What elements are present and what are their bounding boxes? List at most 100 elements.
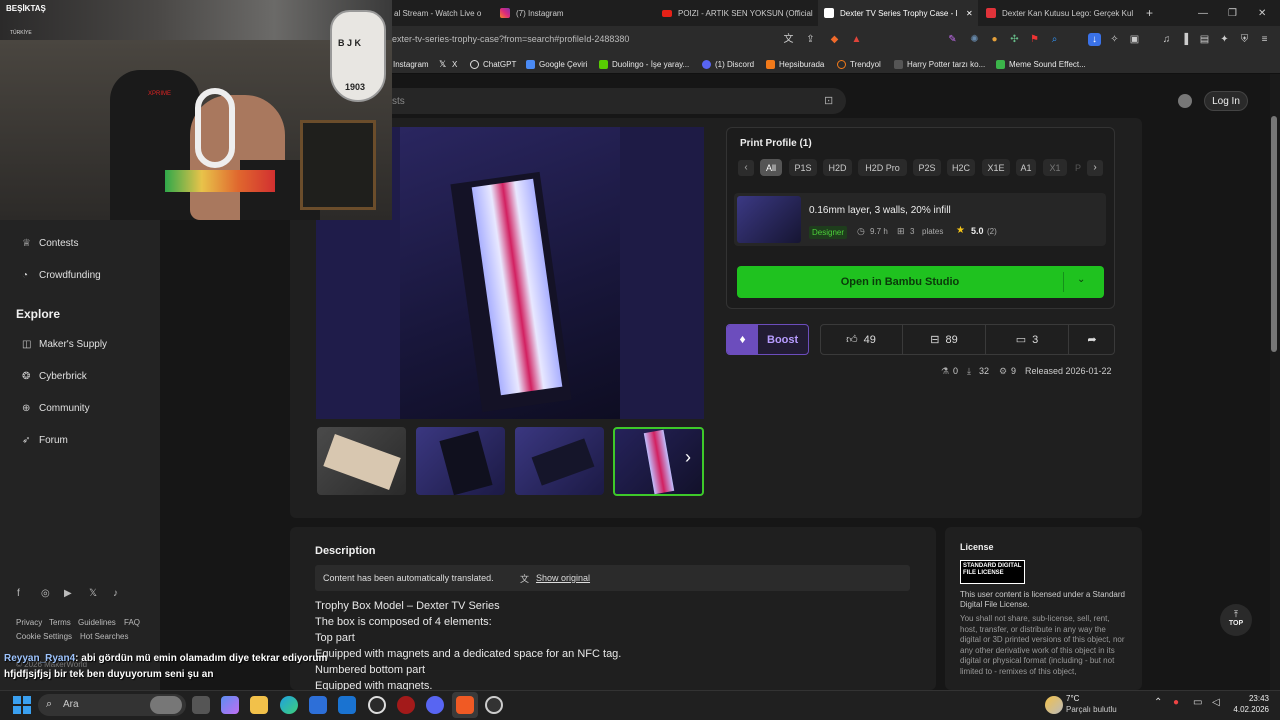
thumbnail[interactable] [416,427,505,496]
mail-icon[interactable] [338,696,356,714]
chevron-down-icon[interactable]: ⌄ [1077,274,1085,285]
x-logo-icon[interactable]: 𝕏 [89,588,97,599]
tab-youtube[interactable]: POIZI - ARTIK SEN YOKSUN (Official [658,0,818,26]
sidebar-item-community[interactable]: ⊕ Community [22,403,90,414]
media-icon[interactable]: ♫ [1160,33,1173,46]
extension-icon[interactable]: ↓ [1088,33,1101,46]
brave-rewards-icon[interactable]: ▲ [850,33,863,46]
show-original-link[interactable]: Show original [536,573,590,583]
tab-dexter-trophy[interactable]: Dexter TV Series Trophy Case - I ✕ [818,0,978,26]
bookmark[interactable]: Instagram [393,54,429,74]
extension-icon[interactable]: ● [988,33,1001,46]
discord-icon[interactable] [426,696,444,714]
extension-icon[interactable]: ⌕ [1048,33,1061,46]
weather-icon[interactable] [1045,696,1063,714]
new-tab-plus-icon[interactable]: + [1146,0,1160,26]
image-search-icon[interactable]: ⊡ [824,94,833,107]
collect-button[interactable]: ⊟ 89 [903,324,985,355]
edge-icon[interactable] [280,696,298,714]
tab-stream[interactable]: al Stream - Watch Live o [392,0,492,26]
close-icon[interactable]: ✕ [966,9,973,18]
share-button[interactable]: ➦ [1069,324,1115,355]
boost-button[interactable]: ♦ Boost [726,324,809,355]
bookmark[interactable]: Harry Potter tarzı ko... [894,54,985,74]
vpn-shield-icon[interactable]: ⛨ [1238,33,1251,46]
translate-icon[interactable]: 文 [782,33,795,46]
tab-instagram[interactable]: (7) Instagram [496,0,656,26]
bookmark[interactable]: (1) Discord [702,54,754,74]
brave-icon[interactable] [456,696,474,714]
open-in-bambu-studio-button[interactable]: Open in Bambu Studio ⌄ [737,266,1104,298]
globe-icon[interactable] [1178,94,1192,108]
filter-h2d[interactable]: H2D [823,159,852,176]
extension-pen-icon[interactable]: ✎ [946,33,959,46]
tab-dexter-lego[interactable]: Dexter Kan Kutusu Lego: Gerçek Kul [982,0,1142,26]
extension-icon[interactable]: ✣ [1008,33,1021,46]
facebook-icon[interactable]: f [17,588,20,599]
thumbnail[interactable] [317,427,406,495]
sidebar-panel-icon[interactable]: ▣ [1128,33,1141,46]
filter-all[interactable]: All [760,159,782,176]
display-icon[interactable]: ▭ [1193,697,1202,708]
chevron-right-icon[interactable]: › [685,447,691,468]
sidebar-item-makers-supply[interactable]: ◫ Maker's Supply [22,339,107,350]
profile-row[interactable]: 0.16mm layer, 3 walls, 20% infill Design… [734,193,1106,246]
taskbar-search[interactable]: ⌕ Ara [38,694,186,716]
bookmark[interactable]: Trendyol [837,54,881,74]
minimize-icon[interactable]: — [1198,0,1210,26]
like-button[interactable]: 👍︎ 49 [820,324,902,355]
url-field[interactable]: exter-tv-series-trophy-case?from=search#… [392,34,629,44]
filter-x1e[interactable]: X1E [982,159,1010,176]
bookmark[interactable]: 𝕏X [439,54,457,74]
chevron-right-icon[interactable]: › [1087,160,1103,176]
tiktok-icon[interactable]: ♪ [113,588,118,599]
steam-icon[interactable] [368,696,386,714]
filter-p2s[interactable]: P2S [913,159,941,176]
filter-a1[interactable]: A1 [1016,159,1036,176]
brave-shield-icon[interactable]: ◆ [828,33,841,46]
sidebar-item-cyberbrick[interactable]: ❂ Cyberbrick [22,371,87,382]
bookmark[interactable]: Google Çeviri [526,54,587,74]
footer-link-guidelines[interactable]: Guidelines [78,618,116,627]
footer-link-hot-searches[interactable]: Hot Searches [80,632,128,641]
youtube-icon[interactable]: ▶ [64,588,72,599]
filter-p1s[interactable]: P1S [789,159,817,176]
bookmark[interactable]: Duolingo - İşe yaray... [599,54,689,74]
filter-h2d-pro[interactable]: H2D Pro [858,159,907,176]
task-view-icon[interactable] [192,696,210,714]
leo-ai-icon[interactable]: ✦ [1218,33,1231,46]
footer-link-cookie-settings[interactable]: Cookie Settings [16,632,72,641]
file-explorer-icon[interactable] [250,696,268,714]
back-to-top-button[interactable]: ⤒ TOP [1220,604,1252,636]
window-close-icon[interactable]: ✕ [1258,0,1270,26]
sidebar-item-contests[interactable]: ♕ Contests [22,238,78,249]
extension-icon[interactable]: ✺ [968,33,981,46]
sidebar-toggle-icon[interactable]: ▐ [1178,33,1191,46]
microphone-icon[interactable]: ● [1173,697,1179,708]
filter-p[interactable]: P [1072,159,1084,176]
sidebar-item-crowdfunding[interactable]: ◔ Crowdfunding [22,270,101,281]
menu-icon[interactable]: ≡ [1258,33,1271,46]
restore-icon[interactable]: ❐ [1228,0,1240,26]
extensions-puzzle-icon[interactable]: ✧ [1108,33,1121,46]
footer-link-faq[interactable]: FAQ [124,618,140,627]
thumbnail[interactable] [515,427,604,495]
instagram-icon[interactable]: ◎ [41,588,50,599]
sidebar-item-forum[interactable]: ➶ Forum [22,435,68,446]
login-button[interactable]: Log In [1204,91,1248,111]
footer-link-privacy[interactable]: Privacy [16,618,42,627]
share-icon[interactable]: ⇪ [804,33,817,46]
filter-x1[interactable]: X1 [1043,159,1067,176]
bookmark[interactable]: Meme Sound Effect... [996,54,1086,74]
bookmark[interactable]: ChatGPT [470,54,516,74]
footer-link-terms[interactable]: Terms [49,618,71,627]
comment-button[interactable]: ▭ 3 [986,324,1068,355]
thumbnail-selected[interactable]: › [613,427,704,496]
extension-icon[interactable]: ⚑ [1028,33,1041,46]
scrollbar-thumb[interactable] [1271,116,1277,352]
filter-h2c[interactable]: H2C [947,159,975,176]
app-icon[interactable] [397,696,415,714]
volume-icon[interactable]: ◁ [1212,697,1220,708]
copilot-icon[interactable] [221,696,239,714]
windows-start-icon[interactable] [13,696,31,714]
